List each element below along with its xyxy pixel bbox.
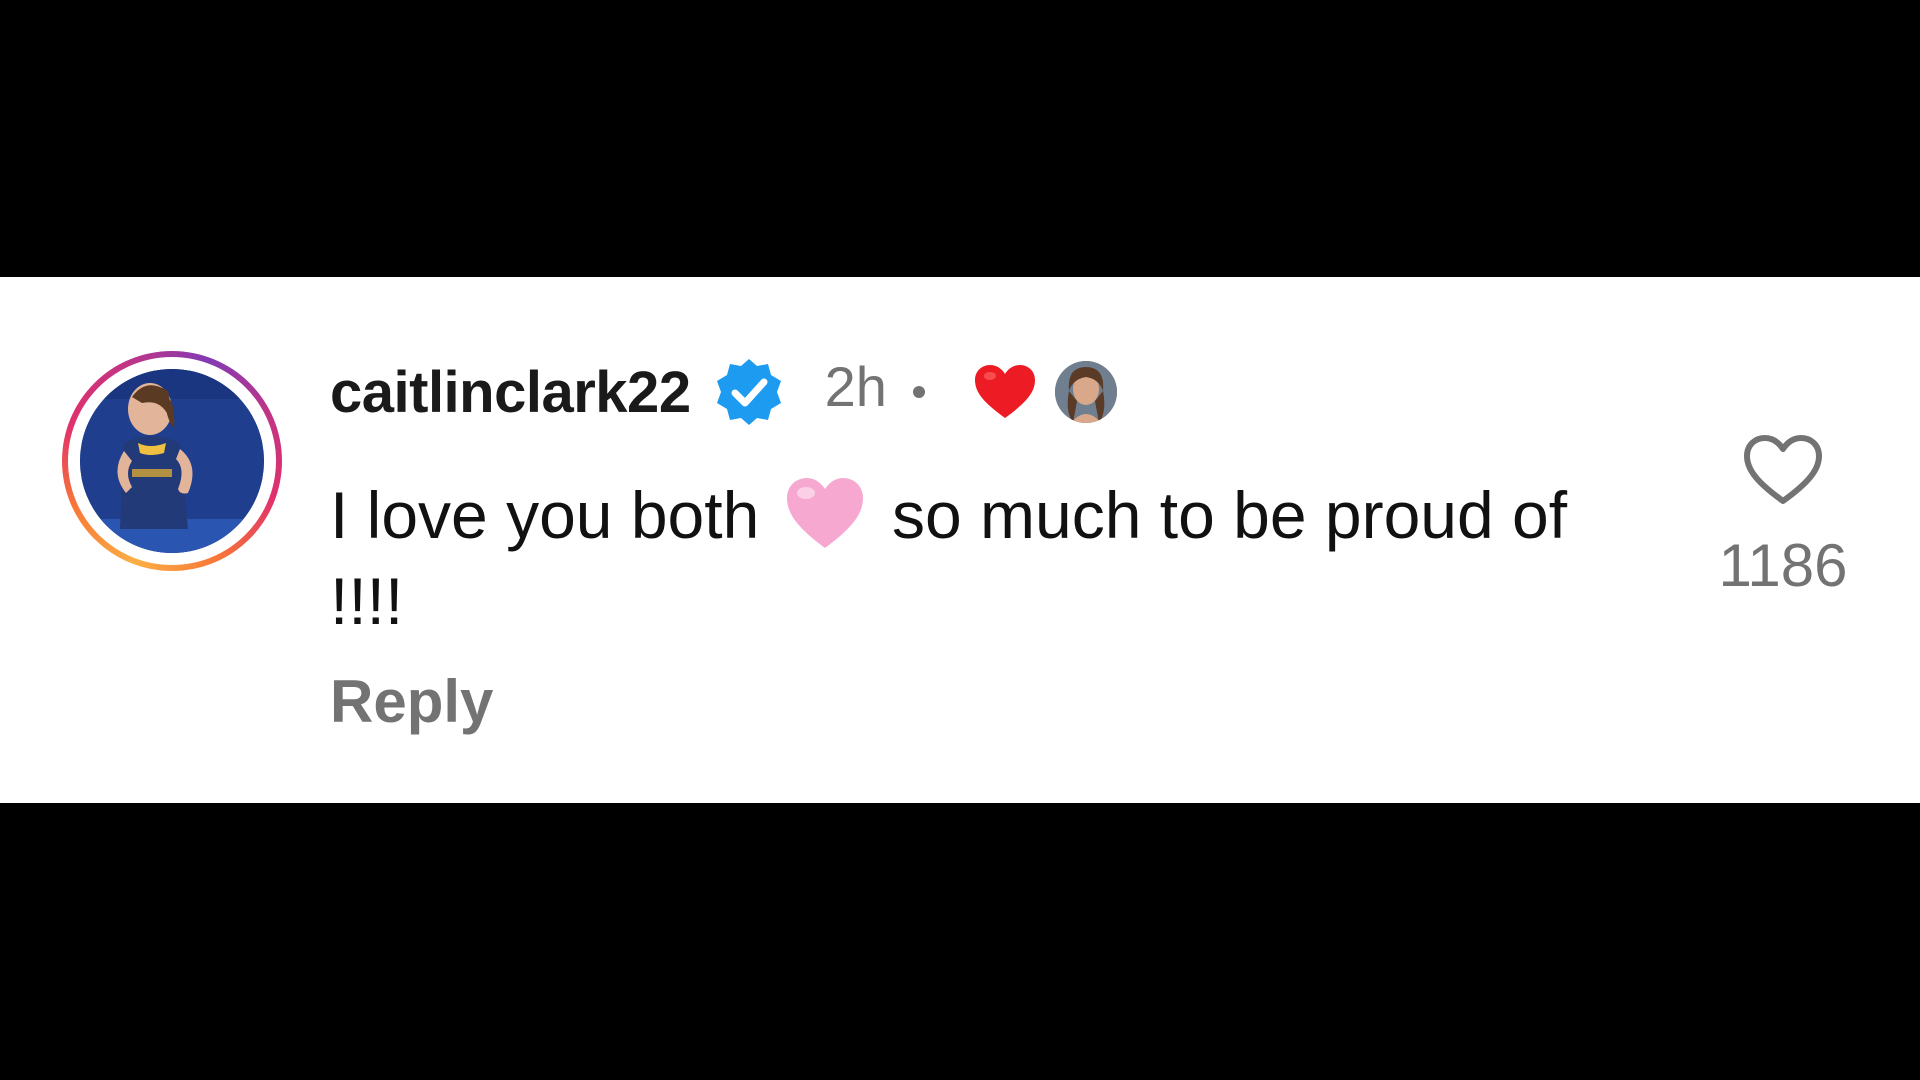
comment-card: caitlinclark22 2h I love you both so muc… (0, 277, 1920, 803)
username[interactable]: caitlinclark22 (330, 359, 691, 426)
verified-badge-icon (713, 356, 785, 428)
avatar[interactable] (80, 369, 264, 553)
letterbox-bottom (0, 803, 1920, 1080)
comment-time: 2h (824, 354, 887, 418)
like-button[interactable] (1742, 433, 1824, 507)
comment-text-part-1: I love you both (330, 478, 760, 552)
author-avatar (1054, 361, 1117, 423)
heart-outline-icon (1744, 435, 1822, 504)
pink-heart-icon (784, 476, 866, 550)
separator-dot (912, 386, 925, 398)
letterbox-top (0, 0, 1920, 277)
comment-header: caitlinclark22 2h (330, 354, 1117, 428)
like-count: 1186 (1718, 532, 1848, 599)
red-heart-icon (973, 364, 1037, 420)
comment-text: I love you both so much to be proud of !… (330, 472, 1630, 644)
story-ring[interactable] (62, 351, 282, 571)
reply-button[interactable]: Reply (330, 667, 493, 736)
